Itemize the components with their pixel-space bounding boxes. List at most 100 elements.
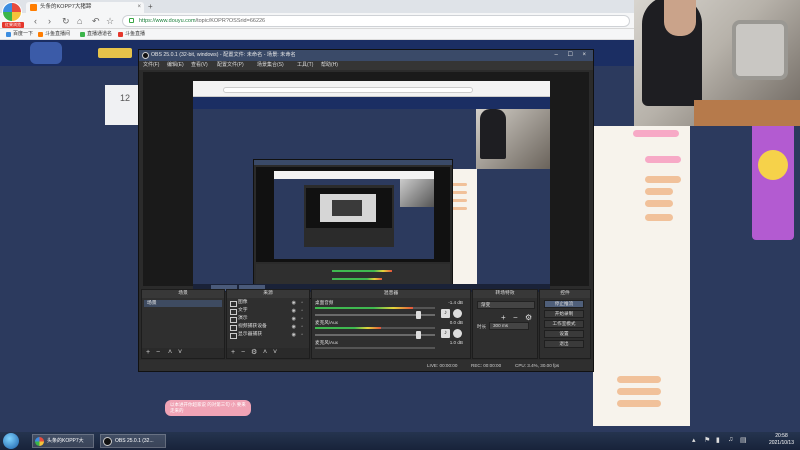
volume-icon[interactable]: ♫ xyxy=(728,436,733,443)
stop-streaming-button[interactable]: 停止推流 xyxy=(544,300,584,308)
chat-badge xyxy=(617,400,661,407)
eye-icon[interactable]: ◉ xyxy=(292,331,296,339)
menu-help[interactable]: 帮助(H) xyxy=(321,61,338,70)
move-up-icon[interactable]: ˄ xyxy=(263,348,267,358)
back-icon[interactable]: ‹ xyxy=(34,15,37,27)
browser-logo-icon[interactable] xyxy=(2,2,22,22)
transition-select[interactable]: 渐变 xyxy=(477,301,535,309)
remove-scene-icon[interactable]: − xyxy=(156,348,160,358)
lock-icon[interactable]: ▫ xyxy=(301,299,303,307)
undo-icon[interactable]: ↶ xyxy=(92,15,100,27)
obs-preview[interactable] xyxy=(143,72,589,299)
level-meter xyxy=(315,327,381,329)
cpu-fps: CPU: 3.4%, 30.00 fps xyxy=(515,363,560,368)
star-icon[interactable]: ☆ xyxy=(106,15,114,27)
chat-badge xyxy=(645,176,681,183)
input-icon[interactable]: ▤ xyxy=(740,436,747,444)
add-transition-icon[interactable]: + xyxy=(501,313,506,322)
eye-icon[interactable]: ◉ xyxy=(292,307,296,315)
move-up-icon[interactable]: ˄ xyxy=(168,348,172,358)
add-source-icon[interactable]: + xyxy=(231,348,235,358)
taskbar-browser[interactable]: 头条的KOPP7大 xyxy=(32,434,94,448)
remove-source-icon[interactable]: − xyxy=(241,348,245,358)
menu-tools[interactable]: 工具(T) xyxy=(297,61,313,70)
channel-db: 1.0 dB xyxy=(449,340,463,345)
obs-window-title: OBS 25.0.1 (32-bit, windows) - 配置文件: 未命名… xyxy=(151,52,296,58)
gift-panel-icon[interactable] xyxy=(752,120,794,240)
streamer-figure xyxy=(642,0,702,106)
forward-icon[interactable]: › xyxy=(48,15,51,27)
move-down-icon[interactable]: ˅ xyxy=(178,348,182,358)
bookmark-item[interactable]: 百度一下 xyxy=(6,30,33,39)
add-scene-icon[interactable]: + xyxy=(146,348,150,358)
menu-scene-collection[interactable]: 场景集合(S) xyxy=(257,61,284,70)
flag-icon[interactable]: ⚑ xyxy=(704,436,710,444)
tab-close-icon[interactable]: × xyxy=(137,2,141,13)
browser-logo-label: 红果浏览 xyxy=(2,22,24,28)
home-icon[interactable]: ⌂ xyxy=(77,15,82,27)
volume-knob[interactable] xyxy=(416,311,422,319)
address-bar[interactable]: https://www.douyu.com/topic/KOPR?OSSrid=… xyxy=(122,15,630,27)
speaker-icon[interactable]: ♪ xyxy=(441,329,450,338)
obs-window: OBS 25.0.1 (32-bit, windows) - 配置文件: 未命名… xyxy=(138,49,594,372)
chat-badge xyxy=(617,376,661,383)
menu-edit[interactable]: 编辑(E) xyxy=(167,61,184,70)
chat-badge xyxy=(617,388,661,395)
lock-icon[interactable]: ▫ xyxy=(301,323,303,331)
source-label: 显示器捕获 xyxy=(238,332,262,337)
start-recording-button[interactable]: 开始录制 xyxy=(544,310,584,318)
browser-tab[interactable]: 头条的KOPP7大猪蹄 × xyxy=(26,2,144,13)
source-label: 图像 xyxy=(238,300,248,305)
bookmark-item[interactable]: 直播通道名 xyxy=(80,30,112,39)
bookmark-item[interactable]: 斗鱼直播间 xyxy=(38,30,70,39)
taskbar-obs[interactable]: OBS 25.0.1 (32... xyxy=(100,434,166,448)
menu-view[interactable]: 查看(V) xyxy=(191,61,208,70)
duration-field[interactable]: 300 ms xyxy=(489,322,529,330)
site-logo-icon xyxy=(98,48,132,58)
exit-button[interactable]: 退出 xyxy=(544,340,584,348)
source-label: 文字 xyxy=(238,308,248,313)
source-item[interactable]: 演示 ◉ ▫ xyxy=(230,315,304,323)
clock-time: 20:58 xyxy=(775,433,788,439)
source-item[interactable]: 图像 ◉ ▫ xyxy=(230,299,304,307)
gear-icon[interactable] xyxy=(453,329,462,338)
eye-icon[interactable]: ◉ xyxy=(292,315,296,323)
settings-button[interactable]: 设置 xyxy=(544,330,584,338)
source-settings-icon[interactable]: ⚙ xyxy=(251,348,257,358)
channel-name: 桌面音频 xyxy=(315,300,334,305)
mixer-channel: 麦克风/Aux 1.0 dB xyxy=(315,340,465,356)
tray-arrow-icon[interactable]: ▴ xyxy=(692,436,696,444)
new-tab-icon[interactable]: + xyxy=(148,2,153,11)
scenes-dock-title: 场景 xyxy=(142,290,224,298)
menu-profile[interactable]: 配置文件(P) xyxy=(217,61,244,70)
start-button-icon[interactable] xyxy=(3,433,19,449)
lock-icon[interactable]: ▫ xyxy=(301,315,303,323)
scene-item[interactable]: 场景 xyxy=(144,300,222,307)
preview-webcam xyxy=(476,109,550,169)
speaker-icon[interactable]: ♪ xyxy=(441,309,450,318)
chat-badge xyxy=(645,156,681,163)
move-down-icon[interactable]: ˅ xyxy=(273,348,277,358)
window-controls[interactable]: – ☐ × xyxy=(554,50,590,61)
taskbar-clock[interactable]: 20:58 2021/10/13 xyxy=(769,433,794,447)
gear-icon[interactable] xyxy=(453,309,462,318)
network-icon[interactable]: ▮ xyxy=(716,436,720,444)
menu-file[interactable]: 文件(F) xyxy=(143,61,159,70)
sources-dock: 来源 图像 ◉ ▫ 文字 ◉ ▫ 演示 ◉ ▫ 视频捕获设备 ◉ ▫ 显示器捕获 ◉ ▫ + − ⚙… xyxy=(226,289,310,359)
eye-icon[interactable]: ◉ xyxy=(292,299,296,307)
reload-icon[interactable]: ↻ xyxy=(62,15,70,27)
eye-icon[interactable]: ◉ xyxy=(292,323,296,331)
lock-icon[interactable]: ▫ xyxy=(301,331,303,339)
lock-icon[interactable]: ▫ xyxy=(301,307,303,315)
source-item[interactable]: 视频捕获设备 ◉ ▫ xyxy=(230,323,304,331)
transition-settings-icon[interactable]: ⚙ xyxy=(525,313,532,322)
obs-menu-bar: 文件(F) 编辑(E) 查看(V) 配置文件(P) 场景集合(S) 工具(T) … xyxy=(139,61,593,70)
studio-mode-button[interactable]: 工作室模式 xyxy=(544,320,584,328)
source-item[interactable]: 显示器捕获 ◉ ▫ xyxy=(230,331,304,339)
promo-pill[interactable]: 以本进开你超家说 的对第三句 小 要来 走来的 xyxy=(165,400,251,416)
source-item[interactable]: 文字 ◉ ▫ xyxy=(230,307,304,315)
volume-knob[interactable] xyxy=(416,331,422,339)
preview-obs-window xyxy=(253,159,453,299)
remove-transition-icon[interactable]: − xyxy=(513,313,518,322)
bookmark-item[interactable]: 斗鱼直播 xyxy=(118,30,145,39)
